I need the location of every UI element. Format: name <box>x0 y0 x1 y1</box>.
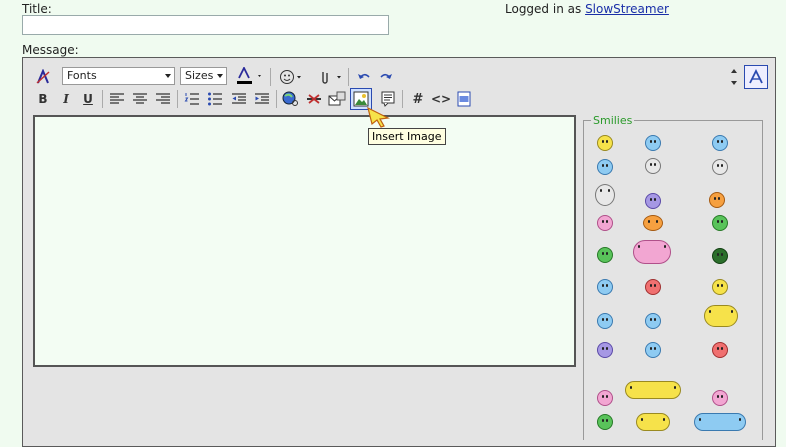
underline-button[interactable]: U <box>78 89 98 109</box>
thinking-icon[interactable] <box>645 313 661 329</box>
font-family-select[interactable]: Fonts <box>62 67 175 85</box>
login-status: Logged in as SlowStreamer <box>505 2 669 16</box>
scream-icon[interactable] <box>595 184 615 206</box>
italic-button[interactable]: I <box>56 89 76 109</box>
dizzy-icon[interactable] <box>597 313 613 329</box>
party-icon[interactable] <box>704 305 738 327</box>
align-center-icon[interactable] <box>130 89 150 109</box>
redo-icon[interactable] <box>376 67 396 87</box>
pointing-icon[interactable] <box>643 215 663 231</box>
insert-youtube-icon[interactable] <box>454 89 474 109</box>
grin-blue-icon[interactable] <box>712 135 728 151</box>
pointer-cursor-icon <box>367 106 391 128</box>
font-family-select-value: Fonts <box>67 69 97 82</box>
outdent-icon[interactable] <box>229 89 249 109</box>
confused-icon[interactable] <box>645 342 661 358</box>
tooltip: Insert Image <box>368 128 446 145</box>
smilies-legend: Smilies <box>591 114 635 127</box>
group-hug-icon[interactable] <box>633 240 671 264</box>
sick-icon[interactable] <box>597 247 613 263</box>
title-input[interactable] <box>22 15 389 35</box>
cool-icon[interactable] <box>597 159 613 175</box>
toggle-mode-icon[interactable] <box>744 65 768 89</box>
laugh-icon[interactable] <box>712 279 728 295</box>
resize-icon[interactable] <box>724 67 744 87</box>
align-left-icon[interactable] <box>107 89 127 109</box>
wink-icon[interactable] <box>712 159 728 175</box>
blush-icon[interactable] <box>597 215 613 231</box>
big-grin-icon[interactable] <box>597 414 613 430</box>
font-size-select[interactable]: Sizes <box>180 67 227 85</box>
smile-icon[interactable] <box>597 135 613 151</box>
align-right-icon[interactable] <box>153 89 173 109</box>
insert-hash-button[interactable]: # <box>408 89 428 109</box>
remove-link-icon[interactable] <box>304 89 324 109</box>
fight-icon[interactable] <box>694 413 746 431</box>
bold-button[interactable]: B <box>33 89 53 109</box>
message-textarea[interactable] <box>33 115 576 367</box>
cheers-icon[interactable] <box>625 381 681 399</box>
smiley-icon[interactable] <box>278 67 304 87</box>
username-link[interactable]: SlowStreamer <box>585 2 669 16</box>
insert-email-icon[interactable] <box>327 89 347 109</box>
frown-icon[interactable] <box>597 342 613 358</box>
flying-icon[interactable] <box>636 413 670 431</box>
love-icon[interactable] <box>712 390 728 406</box>
happy-blue-icon[interactable] <box>645 135 661 151</box>
insert-link-icon[interactable] <box>281 89 301 109</box>
title-label: Title: <box>22 2 52 16</box>
remove-format-icon[interactable] <box>33 67 53 87</box>
font-size-select-value: Sizes <box>185 69 214 82</box>
ordered-list-icon[interactable] <box>182 89 202 109</box>
angry-sign-icon[interactable] <box>709 192 725 208</box>
money-icon[interactable] <box>712 215 728 231</box>
indent-icon[interactable] <box>252 89 272 109</box>
mad-icon[interactable] <box>712 342 728 358</box>
unordered-list-icon[interactable] <box>205 89 225 109</box>
logged-in-prefix: Logged in as <box>505 2 582 16</box>
ninja-icon[interactable] <box>712 248 728 264</box>
insert-code-icon[interactable]: <> <box>431 89 451 109</box>
worried-icon[interactable] <box>597 279 613 295</box>
font-color-icon[interactable] <box>235 66 265 86</box>
attachment-icon[interactable] <box>314 67 344 87</box>
shocked-icon[interactable] <box>645 158 661 174</box>
sad-purple-icon[interactable] <box>645 193 661 209</box>
kiss-icon[interactable] <box>597 390 613 406</box>
message-label: Message: <box>22 43 79 57</box>
undo-icon[interactable] <box>354 67 374 87</box>
devil-icon[interactable] <box>645 279 661 295</box>
